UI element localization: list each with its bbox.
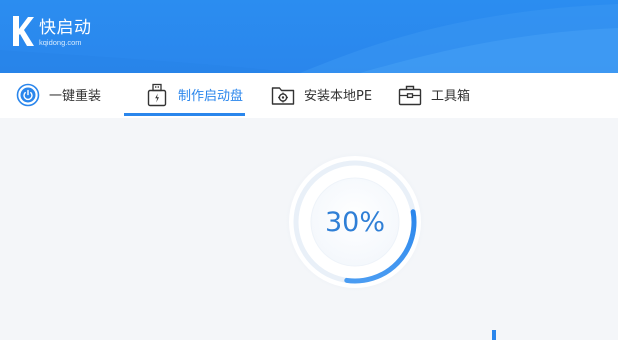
progress-indicator: 30%	[281, 148, 429, 296]
progress-percent-label: 30%	[324, 206, 385, 238]
status-indicator-bar	[492, 330, 496, 340]
logo-domain: kqidong.com	[39, 38, 82, 47]
active-tab-indicator	[124, 113, 245, 116]
tab-one-click-reinstall[interactable]: 一键重装	[16, 73, 101, 116]
tab-label: 安装本地PE	[304, 89, 373, 104]
app-header: 快启动 kqidong.com	[0, 0, 618, 73]
power-icon	[16, 83, 40, 106]
tab-make-boot-disk[interactable]: 制作启动盘	[145, 73, 243, 116]
tab-label: 制作启动盘	[178, 89, 244, 104]
tab-install-local-pe[interactable]: 安装本地PE	[271, 73, 372, 116]
tab-label: 一键重装	[49, 89, 102, 104]
logo-name: 快启动	[39, 18, 92, 38]
usb-drive-icon	[147, 83, 167, 106]
header-wave-decoration	[0, 4, 618, 73]
toolbox-icon	[398, 85, 422, 105]
tab-toolbox[interactable]: 工具箱	[398, 73, 470, 116]
app-logo: 快启动 kqidong.com	[11, 14, 92, 54]
tab-label: 工具箱	[431, 89, 471, 104]
logo-k-icon	[13, 16, 34, 46]
folder-gear-icon	[271, 86, 295, 105]
tab-bar: 一键重装 制作启动盘 安装本地PE 工具箱	[0, 73, 618, 119]
